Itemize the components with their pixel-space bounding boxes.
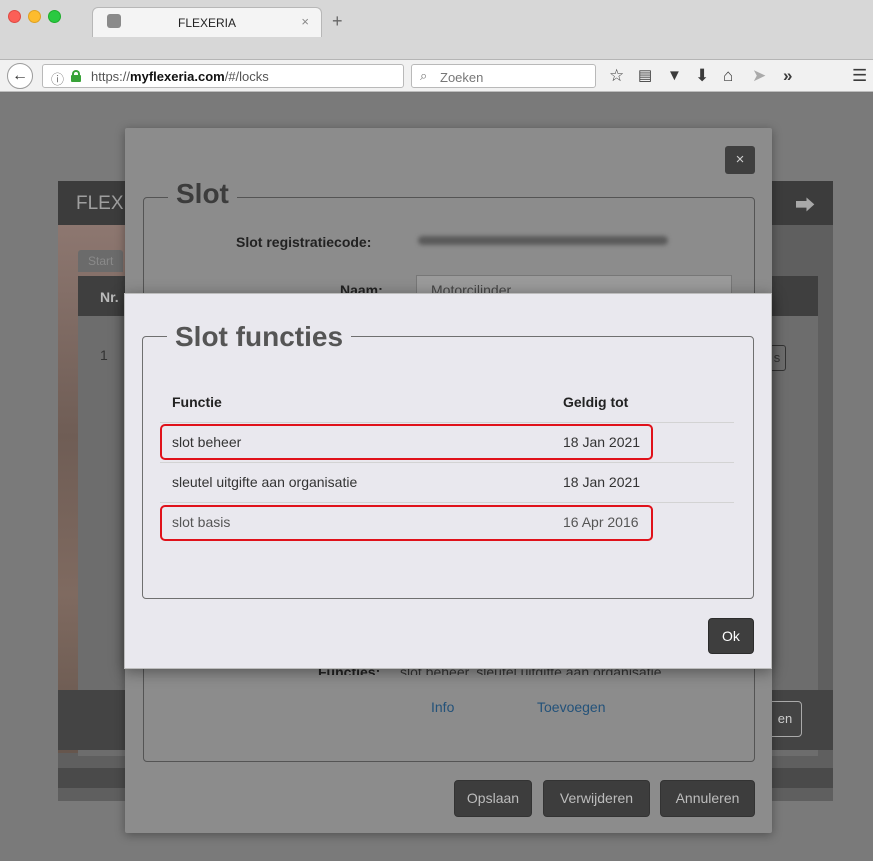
download-icon[interactable]: ⬇ bbox=[695, 66, 709, 86]
ok-button[interactable]: Ok bbox=[708, 618, 754, 654]
highlight-box bbox=[160, 424, 653, 460]
browser-tab[interactable]: FLEXERIA × bbox=[92, 7, 322, 37]
column-function: Functie bbox=[172, 394, 222, 410]
tab-start[interactable]: Start bbox=[78, 250, 124, 272]
footer-button[interactable]: en bbox=[768, 701, 802, 737]
reader-list-icon[interactable]: ▤ bbox=[638, 66, 652, 86]
search-icon: ⌕ bbox=[420, 68, 428, 83]
logout-icon[interactable]: ⮕ bbox=[795, 189, 815, 218]
save-button[interactable]: Opslaan bbox=[454, 780, 532, 817]
minimize-window-button[interactable] bbox=[28, 10, 41, 23]
function-name: sleutel uitgifte aan organisatie bbox=[172, 474, 358, 490]
name-label: Naam: bbox=[340, 282, 383, 293]
url-text: https://myflexeria.com/#/locks bbox=[91, 69, 269, 84]
name-input[interactable]: Motorcilinder bbox=[416, 275, 732, 295]
column-nr: Nr. bbox=[100, 289, 119, 305]
info-icon[interactable]: ⓘ bbox=[51, 69, 64, 88]
dialog-close-button[interactable]: × bbox=[725, 146, 755, 174]
tab-close-icon[interactable]: × bbox=[301, 14, 309, 29]
close-window-button[interactable] bbox=[8, 10, 21, 23]
add-link[interactable]: Toevoegen bbox=[537, 699, 606, 715]
back-button[interactable]: ← bbox=[7, 63, 33, 89]
delete-button[interactable]: Verwijderen bbox=[543, 780, 650, 817]
registration-code-redacted bbox=[418, 236, 668, 245]
functions-legend: Slot functies bbox=[167, 317, 352, 357]
url-bar[interactable]: ⓘ https://myflexeria.com/#/locks ↻ bbox=[42, 64, 438, 88]
new-tab-icon[interactable]: + bbox=[332, 11, 343, 32]
registration-code-label: Slot registratiecode: bbox=[236, 234, 372, 250]
menu-icon[interactable]: ☰ bbox=[852, 66, 867, 86]
app-brand: FLEX bbox=[76, 193, 124, 214]
back-arrow-icon: ← bbox=[12, 67, 28, 84]
table-row[interactable]: sleutel uitgifte aan organisatie 18 Jan … bbox=[160, 463, 734, 501]
info-link[interactable]: Info bbox=[431, 699, 454, 715]
pocket-icon[interactable]: ▼ bbox=[667, 66, 682, 86]
highlight-box bbox=[160, 505, 653, 541]
lock-icon bbox=[71, 70, 81, 82]
slot-legend: Slot bbox=[168, 178, 237, 210]
tab-title: FLEXERIA bbox=[177, 16, 237, 30]
send-icon[interactable]: ➤ bbox=[752, 66, 766, 86]
home-icon[interactable]: ⌂ bbox=[723, 66, 733, 86]
bookmark-star-icon[interactable]: ☆ bbox=[609, 66, 624, 86]
search-bar[interactable]: ⌕ Zoeken bbox=[411, 64, 596, 88]
function-valid-until: 18 Jan 2021 bbox=[563, 474, 641, 490]
browser-tab-bar: FLEXERIA × + bbox=[0, 0, 873, 60]
zoom-window-button[interactable] bbox=[48, 10, 61, 23]
row-number: 1 bbox=[100, 347, 108, 363]
search-placeholder: Zoeken bbox=[440, 70, 484, 85]
navigation-bar: ← ⓘ https://myflexeria.com/#/locks ↻ ⌕ Z… bbox=[0, 60, 873, 92]
cancel-button[interactable]: Annuleren bbox=[660, 780, 755, 817]
overflow-icon[interactable]: » bbox=[783, 66, 792, 86]
column-valid-until: Geldig tot bbox=[563, 394, 629, 410]
